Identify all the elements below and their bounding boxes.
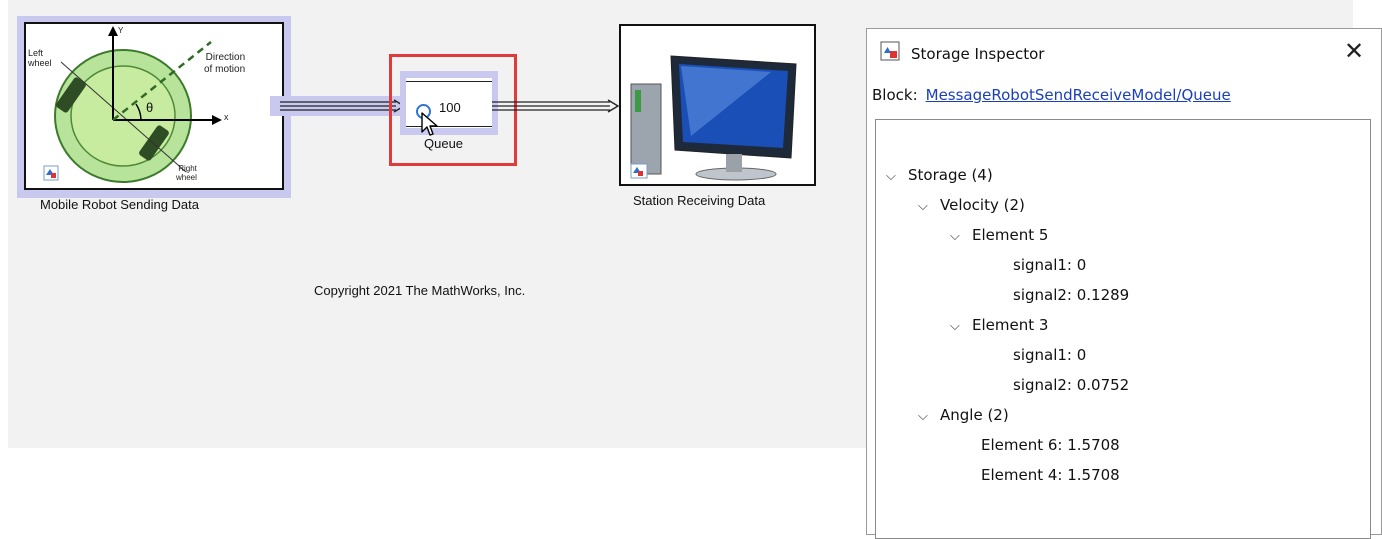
block-label: Block:	[872, 86, 918, 104]
tree-leaf-e3-signal1[interactable]: signal1: 0	[1013, 346, 1086, 364]
signal-line-queue-station	[492, 99, 620, 113]
right-wheel-label: Right wheel	[176, 164, 197, 182]
robot-diagram-icon	[43, 26, 222, 183]
tree-leaf-e5-signal2[interactable]: signal2: 0.1289	[1013, 286, 1129, 304]
storage-tree[interactable]: ⌵ Storage (4) ⌵ Velocity (2) ⌵ Element 5 si…	[875, 119, 1371, 539]
chevron-down-icon[interactable]: ⌵	[950, 319, 964, 334]
block-path-link[interactable]: MessageRobotSendReceiveModel/Queue	[926, 86, 1231, 104]
chevron-down-icon[interactable]: ⌵	[950, 229, 964, 244]
station-block[interactable]	[619, 24, 816, 186]
tree-leaf-element-6[interactable]: Element 6: 1.5708	[981, 436, 1120, 454]
queue-block[interactable]: 100	[406, 78, 492, 128]
direction-label: Direction of motion	[204, 52, 246, 75]
robot-block[interactable]: Left wheel Direction of motion Right whe…	[24, 22, 284, 190]
y-axis-label: Y	[118, 26, 124, 35]
tree-leaf-e3-signal2[interactable]: signal2: 0.0752	[1013, 376, 1129, 394]
tree-node-angle[interactable]: ⌵ Angle (2)	[918, 406, 1009, 424]
theta-label: θ	[146, 100, 154, 115]
copyright-text: Copyright 2021 The MathWorks, Inc.	[314, 283, 526, 298]
tree-node-velocity[interactable]: ⌵ Velocity (2)	[918, 196, 1025, 214]
close-icon[interactable]: ✕	[1340, 37, 1368, 65]
chevron-down-icon[interactable]: ⌵	[886, 169, 900, 184]
tree-leaf-e5-signal1[interactable]: signal1: 0	[1013, 256, 1086, 274]
tree-node-storage[interactable]: ⌵ Storage (4)	[886, 166, 993, 184]
inspector-app-icon	[880, 41, 900, 61]
chevron-down-icon[interactable]: ⌵	[918, 409, 932, 424]
inspector-title: Storage Inspector	[911, 45, 1045, 63]
queue-capacity-value: 100	[439, 100, 461, 115]
station-block-caption: Station Receiving Data	[633, 193, 766, 208]
left-wheel-label: Left wheel	[28, 48, 52, 68]
robot-block-caption: Mobile Robot Sending Data	[40, 197, 199, 212]
queue-block-caption: Queue	[424, 136, 464, 151]
queue-bottom-line	[406, 126, 492, 127]
storage-inspector-dialog: Storage Inspector ✕ Block: MessageRobotSe…	[866, 28, 1382, 539]
computer-icon	[630, 55, 797, 181]
mouse-cursor-icon	[421, 112, 438, 136]
tree-leaf-element-4[interactable]: Element 4: 1.5708	[981, 466, 1120, 484]
tree-node-element-5[interactable]: ⌵ Element 5	[950, 226, 1048, 244]
queue-top-line	[406, 81, 492, 82]
tree-node-element-3[interactable]: ⌵ Element 3	[950, 316, 1048, 334]
block-path-row: Block: MessageRobotSendReceiveModel/Queue	[872, 86, 1231, 104]
x-axis-label: x	[224, 112, 229, 122]
chevron-down-icon[interactable]: ⌵	[918, 199, 932, 214]
